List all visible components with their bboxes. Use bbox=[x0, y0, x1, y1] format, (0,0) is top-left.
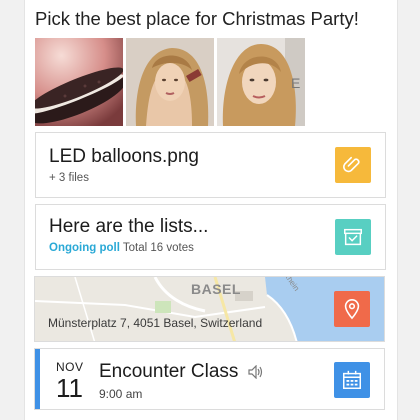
calendar-icon bbox=[343, 370, 361, 389]
speaker-icon bbox=[248, 365, 263, 379]
photo-thumbnail-cookie[interactable] bbox=[35, 38, 123, 126]
poll-tile[interactable] bbox=[335, 219, 371, 255]
svg-text:E: E bbox=[291, 75, 300, 91]
poll-votes: Total 16 votes bbox=[122, 242, 194, 254]
location-tile[interactable] bbox=[334, 291, 370, 327]
poll-question: Pick the best place for Christmas Party! bbox=[35, 8, 359, 29]
poll-card[interactable]: Here are the lists... Ongoing poll Total… bbox=[35, 204, 386, 270]
location-card[interactable]: BASEL Rhein Münsterplatz 7, 4051 Basel, … bbox=[34, 276, 385, 342]
poll-card-title: Here are the lists... bbox=[49, 216, 209, 237]
event-tile[interactable] bbox=[334, 362, 370, 398]
event-card[interactable]: NOV 11 Encounter Class 9:00 am bbox=[34, 348, 385, 410]
attachment-card[interactable]: LED balloons.png + 3 files bbox=[35, 132, 386, 198]
photo-thumbnail-actress[interactable]: E bbox=[217, 38, 305, 126]
event-time: 9:00 am bbox=[99, 387, 143, 401]
map-pin-icon bbox=[344, 299, 360, 320]
event-accent-bar bbox=[35, 349, 40, 409]
location-address: Münsterplatz 7, 4051 Basel, Switzerland bbox=[48, 316, 263, 330]
attachment-tile[interactable] bbox=[335, 147, 371, 183]
attachment-file-count: + 3 files bbox=[49, 172, 89, 184]
inbox-tray-icon bbox=[344, 228, 362, 246]
poll-status: Ongoing poll bbox=[49, 242, 120, 254]
photo-thumbnail-blonde-woman[interactable] bbox=[126, 38, 214, 126]
event-month: NOV bbox=[56, 360, 84, 374]
photo-strip: E bbox=[35, 38, 305, 126]
poll-card-meta: Ongoing poll Total 16 votes bbox=[49, 242, 194, 254]
event-day: 11 bbox=[56, 373, 83, 403]
event-title: Encounter Class bbox=[99, 361, 239, 382]
paperclip-icon bbox=[343, 156, 360, 173]
map-city-label: BASEL bbox=[191, 281, 241, 297]
attachment-title: LED balloons.png bbox=[49, 146, 199, 167]
screen: Pick the best place for Christmas Party! bbox=[0, 0, 420, 420]
